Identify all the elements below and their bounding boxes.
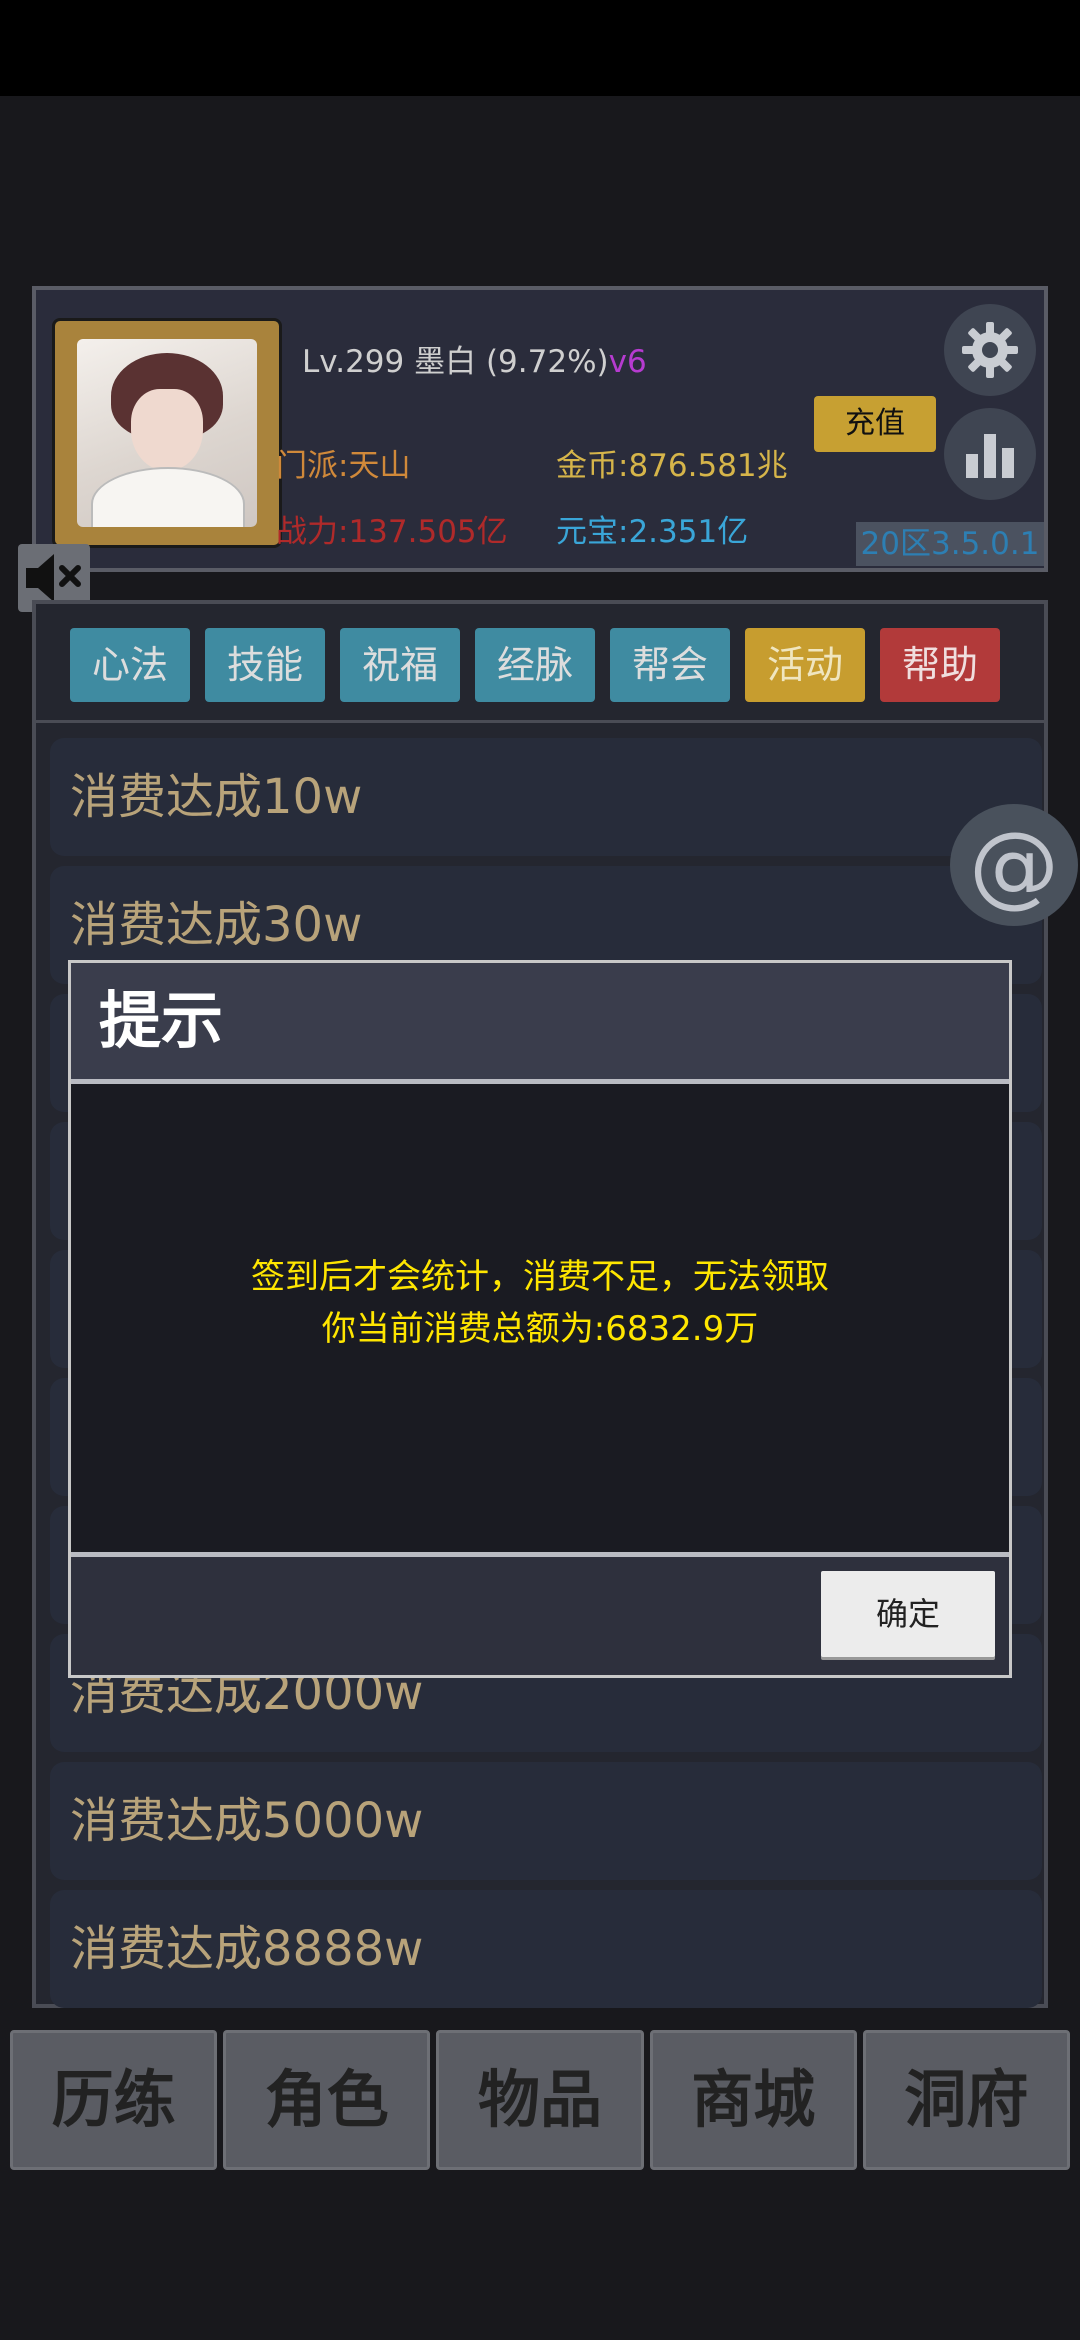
nav-training[interactable]: 历练 [10, 2030, 218, 2170]
nav-character[interactable]: 角色 [223, 2030, 431, 2170]
gear-icon [962, 322, 1018, 378]
settings-button[interactable] [944, 304, 1036, 396]
list-item[interactable]: 消费达成5000w [50, 1762, 1042, 1880]
tab-xinfa[interactable]: 心法 [70, 628, 190, 702]
list-item[interactable]: 消费达成8888w [50, 1890, 1042, 2008]
tab-help[interactable]: 帮助 [880, 628, 1000, 702]
list-item[interactable]: 消费达成10w [50, 738, 1042, 856]
server-version: 20区3.5.0.1 [856, 522, 1044, 566]
ingot-amount: 元宝:2.351亿 [556, 514, 749, 550]
avatar-face [131, 389, 203, 471]
nav-shop[interactable]: 商城 [649, 2030, 857, 2170]
avatar[interactable] [52, 318, 282, 548]
dialog-footer: 确定 [71, 1552, 1009, 1675]
avatar-portrait [77, 339, 257, 527]
bar-chart-icon [966, 434, 1014, 478]
dialog-message-line2: 你当前消费总额为:6832.9万 [321, 1309, 759, 1349]
player-name: 墨白 [414, 344, 477, 380]
bottom-nav: 历练 角色 物品 商城 洞府 [10, 2030, 1071, 2170]
dialog-title: 提示 [71, 963, 1009, 1084]
player-header: Lv.299 墨白 (9.72%)v6 门派:天山 战力:137.505亿 金币… [32, 286, 1048, 572]
tab-blessing[interactable]: 祝福 [340, 628, 460, 702]
tab-activity[interactable]: 活动 [745, 628, 865, 702]
vip-badge: v6 [608, 344, 647, 380]
stats-button[interactable] [944, 408, 1036, 500]
status-bar [0, 0, 1080, 96]
tab-skills[interactable]: 技能 [205, 628, 325, 702]
exp-percent: (9.72%) [485, 344, 609, 380]
confirm-button[interactable]: 确定 [821, 1571, 995, 1657]
tab-meridian[interactable]: 经脉 [475, 628, 595, 702]
avatar-body [91, 467, 245, 527]
dialog-message-line1: 签到后才会统计，消费不足，无法领取 [251, 1257, 829, 1297]
player-level-line: Lv.299 墨白 (9.72%)v6 [302, 336, 647, 381]
prompt-dialog: 提示 签到后才会统计，消费不足，无法领取 你当前消费总额为:6832.9万 确定 [68, 960, 1012, 1678]
speaker-mute-icon [26, 554, 81, 602]
divider [36, 720, 1044, 723]
tab-bar: 心法 技能 祝福 经脉 帮会 活动 帮助 [70, 628, 1000, 702]
mention-button[interactable]: @ [950, 804, 1078, 926]
nav-cave[interactable]: 洞府 [862, 2030, 1071, 2170]
nav-items[interactable]: 物品 [436, 2030, 644, 2170]
dialog-body: 签到后才会统计，消费不足，无法领取 你当前消费总额为:6832.9万 [71, 1089, 1009, 1517]
at-icon: @ [969, 812, 1059, 918]
player-power: 战力:137.505亿 [276, 514, 508, 550]
player-level: Lv.299 [302, 344, 405, 380]
tab-guild[interactable]: 帮会 [610, 628, 730, 702]
gold-amount: 金币:876.581兆 [556, 448, 788, 484]
player-sect: 门派:天山 [276, 448, 411, 484]
recharge-button[interactable]: 充值 [814, 396, 936, 452]
